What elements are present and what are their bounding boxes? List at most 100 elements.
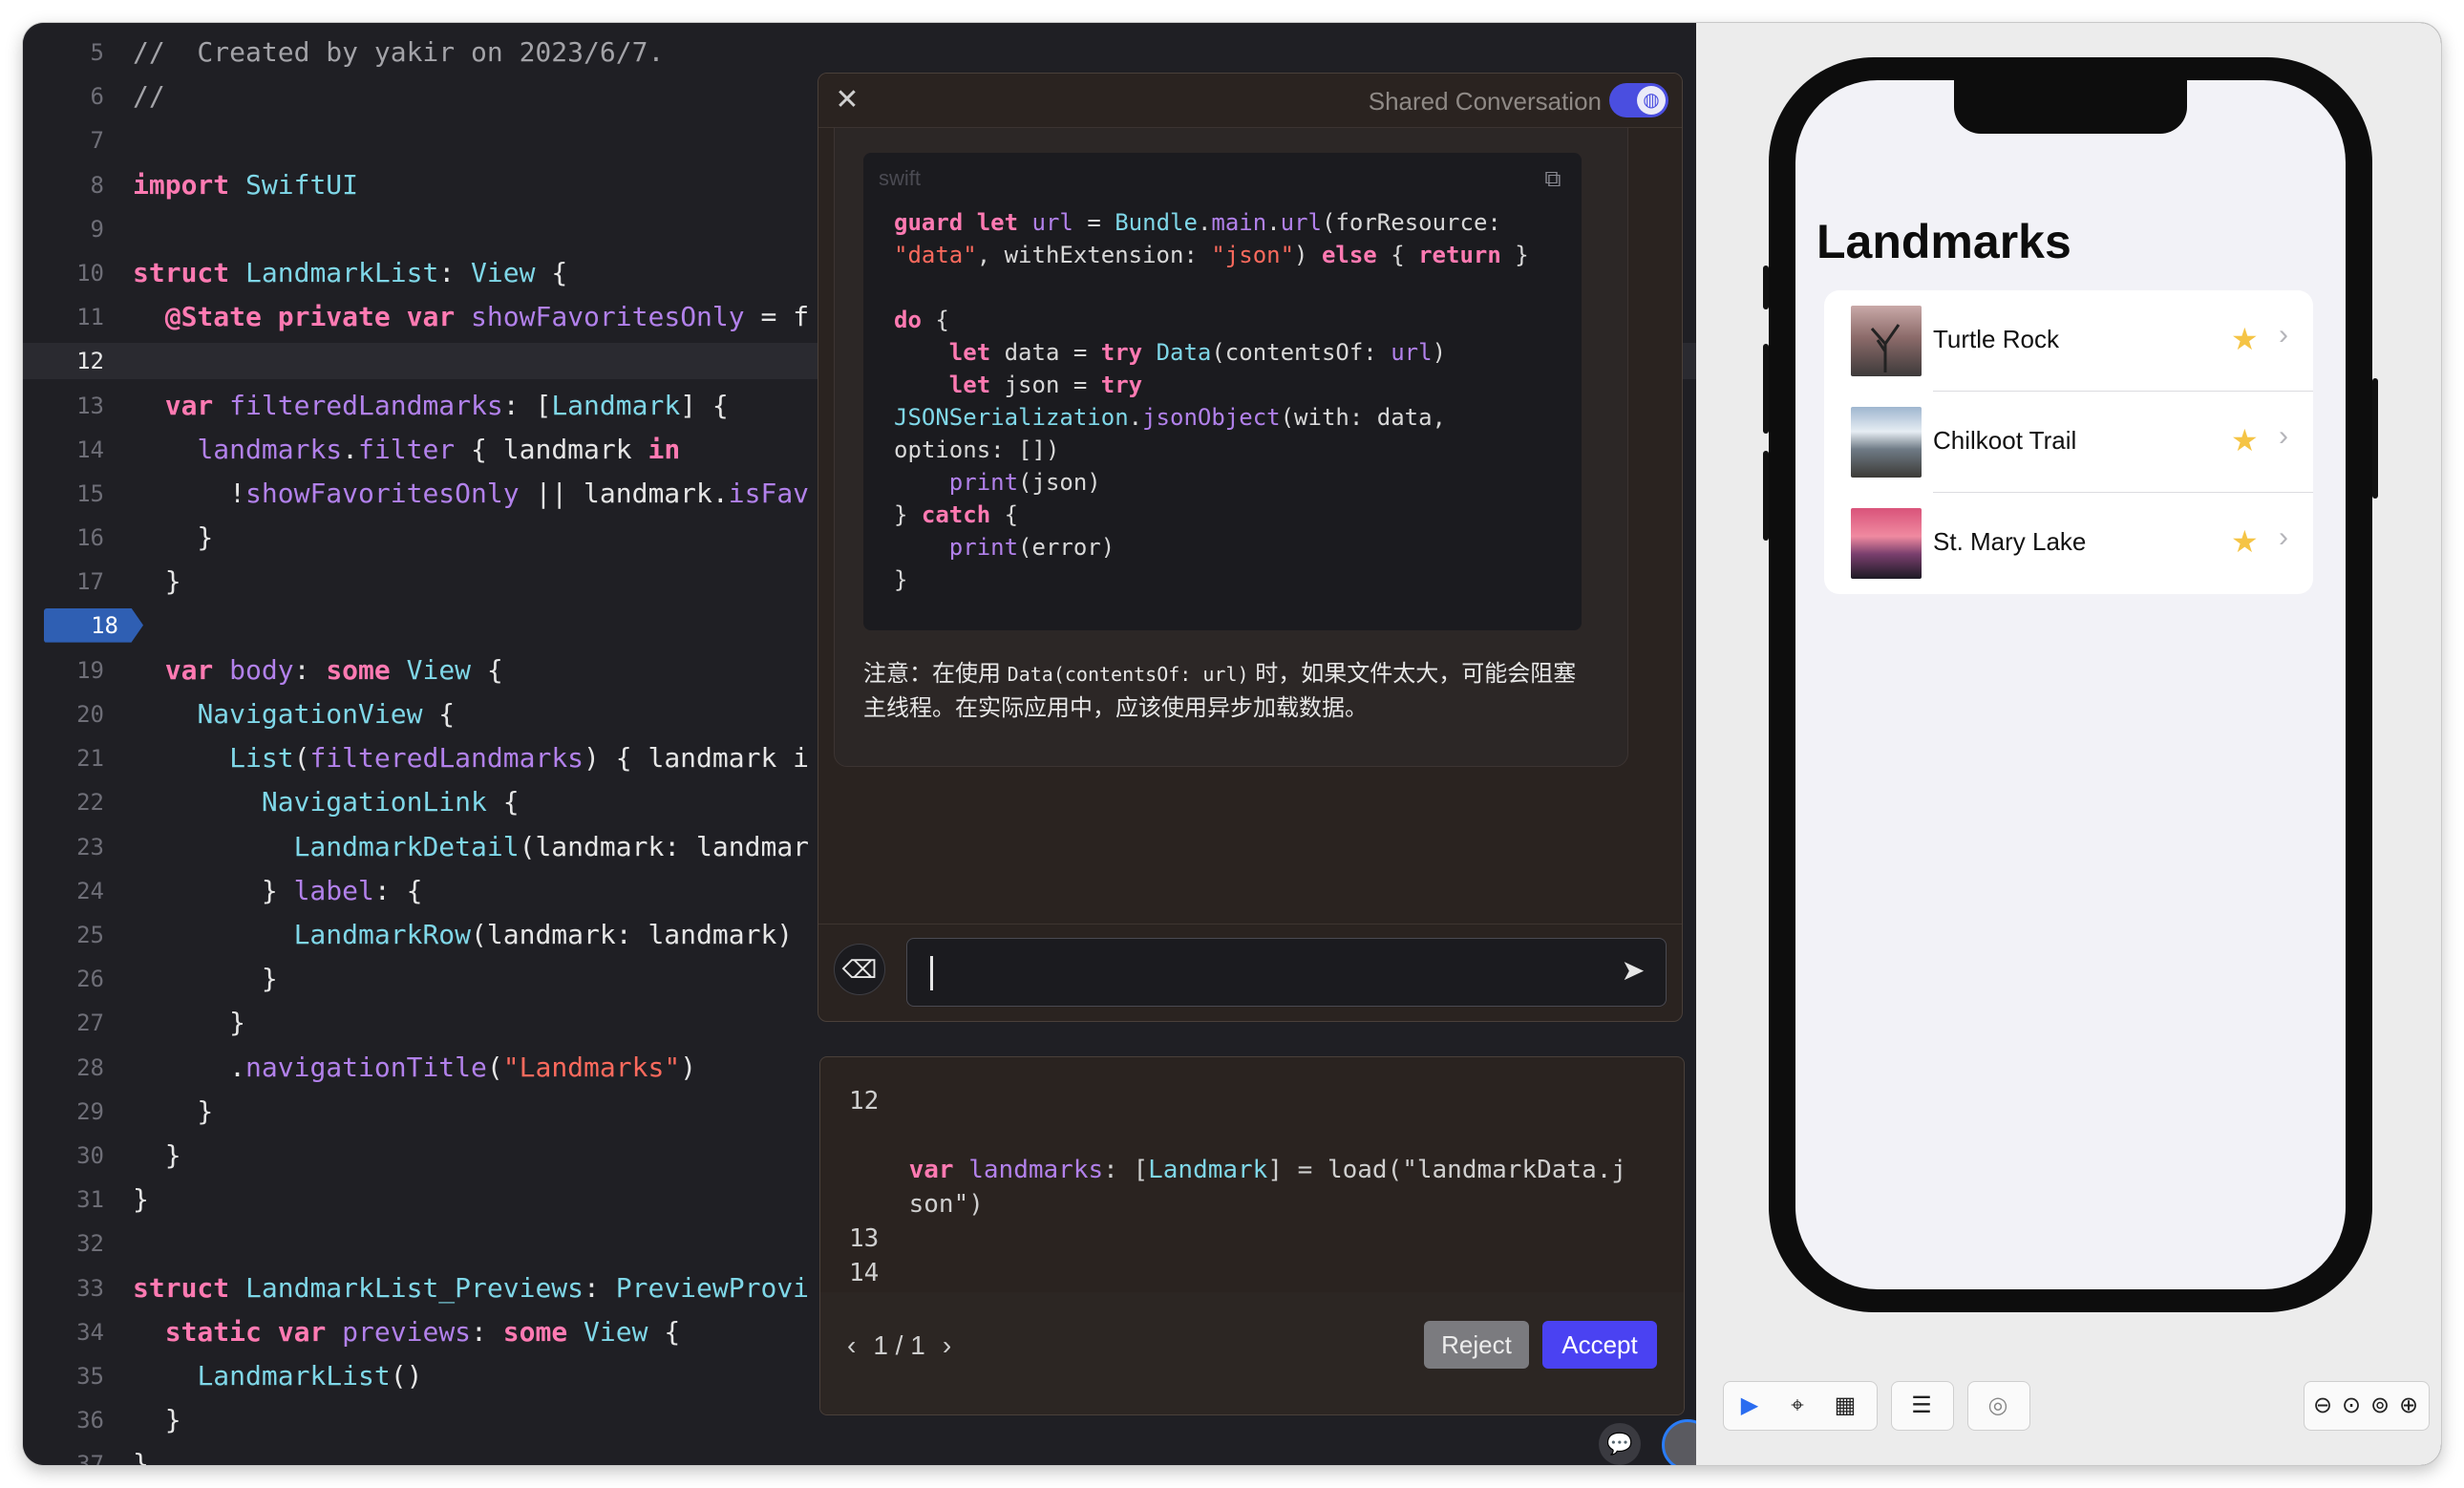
line-number[interactable]: 11 [23, 299, 104, 335]
grid-icon[interactable]: ▦ [1829, 1390, 1861, 1422]
zoom-actual-icon[interactable]: ⊙ [2335, 1390, 2368, 1422]
line-number[interactable]: 14 [23, 432, 104, 468]
landmark-name: Turtle Rock [1933, 325, 2059, 353]
chevron-right-icon: › [2279, 319, 2288, 351]
line-number[interactable]: 30 [23, 1137, 104, 1174]
code-text: struct LandmarkList_Previews: PreviewPro… [133, 1271, 810, 1304]
code-block: swift ⧉ guard let url = Bundle.main.url(… [863, 153, 1582, 630]
line-number[interactable]: 8 [23, 167, 104, 203]
phone-button [2372, 378, 2378, 499]
code-text: static var previews: some View { [164, 1315, 681, 1348]
line-number[interactable]: 20 [23, 696, 104, 733]
phone-notch [1954, 80, 2187, 134]
code-text: struct LandmarkList: View { [133, 257, 568, 288]
breakpoint-marker[interactable]: 18 [44, 607, 143, 643]
line-number[interactable]: 26 [23, 961, 104, 997]
zoom-fit-icon[interactable]: ⊚ [2364, 1390, 2396, 1422]
accept-button[interactable]: Accept [1542, 1321, 1657, 1369]
preview-mode-toolbar: ▶ ⌖ ▦ [1723, 1381, 1878, 1431]
list-item[interactable]: Turtle Rock ★ › [1824, 290, 2313, 392]
line-number[interactable]: 9 [23, 211, 104, 247]
copy-icon[interactable]: ⧉ [1538, 164, 1568, 195]
zoom-toolbar: ⊖ ⊙ ⊚ ⊕ [2304, 1381, 2430, 1431]
line-number[interactable]: 5 [23, 34, 104, 71]
line-number[interactable]: 25 [23, 917, 104, 953]
code-text: LandmarkRow(landmark: landmark) [293, 919, 794, 950]
code-line[interactable]: 5 // Created by yakir on 2023/6/7. [23, 34, 1696, 71]
line-number[interactable]: 35 [23, 1358, 104, 1394]
line-number[interactable]: 28 [23, 1050, 104, 1086]
reject-button[interactable]: Reject [1424, 1321, 1529, 1369]
landmark-thumbnail [1851, 306, 1922, 376]
code-text: var body: some View { [164, 653, 503, 686]
app-window: 5 // Created by yakir on 2023/6/7. 6 // 7 8 im… [23, 23, 2441, 1465]
line-number[interactable]: 36 [23, 1402, 104, 1438]
code-text: .navigationTitle("Landmarks") [133, 1051, 697, 1083]
line-number[interactable]: 15 [23, 476, 104, 512]
phone-button [1763, 451, 1769, 541]
suggestion-pager: ‹ 1 / 1 › [847, 1330, 968, 1361]
code-text: LandmarkDetail(landmark: landmar [293, 830, 810, 862]
close-icon[interactable]: ✕ [832, 85, 862, 116]
line-number[interactable]: 33 [23, 1270, 104, 1307]
code-text: // Created by yakir on 2023/6/7. [133, 36, 665, 68]
select-icon[interactable]: ⌖ [1781, 1390, 1814, 1422]
chat-input[interactable]: ➤ [906, 938, 1667, 1007]
clear-conversation-button[interactable]: ⌫ [834, 944, 885, 995]
code-text: !showFavoritesOnly || landmark.isFav [133, 478, 810, 509]
list-item[interactable]: Chilkoot Trail ★ › [1824, 392, 2313, 493]
line-number[interactable]: 19 [23, 652, 104, 689]
code-suggestion-panel: 12 var landmarks: [Landmark] = load("lan… [819, 1056, 1685, 1415]
code-text: } [133, 1095, 214, 1127]
line-number[interactable]: 12 [23, 343, 104, 379]
phone-button [1763, 344, 1769, 434]
note-code: Data(contentsOf: url) [1007, 663, 1249, 686]
code-text: } [133, 521, 214, 554]
chevron-right-icon: › [2279, 420, 2288, 452]
chevron-left-icon[interactable]: ‹ [847, 1330, 856, 1360]
line-number[interactable]: 16 [23, 520, 104, 556]
code-text: // [133, 80, 165, 113]
code-text: import SwiftUI [133, 168, 359, 201]
landmark-thumbnail [1851, 508, 1922, 579]
shared-conversation-toggle[interactable]: ◍ [1609, 83, 1668, 117]
list-item[interactable]: St. Mary Lake ★ › [1824, 493, 2313, 594]
line-number[interactable]: 34 [23, 1314, 104, 1350]
line-number[interactable]: 21 [23, 740, 104, 776]
zoom-in-icon[interactable]: ⊕ [2392, 1390, 2425, 1422]
line-number[interactable]: 23 [23, 829, 104, 865]
device-icon[interactable]: ◎ [1982, 1390, 2014, 1422]
line-number[interactable]: 27 [23, 1005, 104, 1041]
code-text: } [133, 1139, 181, 1171]
toggles-icon[interactable]: ☰ [1905, 1390, 1938, 1422]
device-settings-toolbar: ◎ [1967, 1381, 2030, 1431]
code-line[interactable]: 37} [23, 1446, 1696, 1465]
line-number[interactable]: 32 [23, 1225, 104, 1262]
chevron-right-icon: › [2279, 521, 2288, 553]
line-number[interactable]: 10 [23, 255, 104, 291]
note-prefix: 注意：在使用 [863, 661, 1008, 687]
chevron-right-icon[interactable]: › [943, 1330, 951, 1360]
code-text: } [133, 1448, 149, 1465]
line-number[interactable]: 24 [23, 873, 104, 909]
code-text: List(filteredLandmarks) { landmark i [229, 742, 810, 775]
line-number[interactable]: 17 [23, 563, 104, 600]
line-number[interactable]: 29 [23, 1094, 104, 1130]
line-number[interactable]: 37 [23, 1446, 104, 1465]
code-text: NavigationLink { [261, 786, 520, 818]
code-text: @State private var showFavoritesOnly = f [164, 301, 810, 333]
line-number[interactable]: 6 [23, 78, 104, 115]
chat-panel: ✕ Shared Conversation ◍ swift ⧉ guard le… [818, 73, 1683, 1022]
line-number[interactable]: 31 [23, 1181, 104, 1218]
line-number[interactable]: 13 [23, 388, 104, 424]
send-icon[interactable]: ➤ [1618, 956, 1648, 987]
code-block-content: guard let url = Bundle.main.url(forResou… [894, 209, 1529, 593]
chat-bubble-icon[interactable]: 💬 [1599, 1423, 1641, 1465]
line-number[interactable]: 7 [23, 122, 104, 159]
zoom-out-icon[interactable]: ⊖ [2306, 1390, 2339, 1422]
line-number[interactable]: 22 [23, 784, 104, 820]
assistant-message: swift ⧉ guard let url = Bundle.main.url(… [834, 127, 1628, 767]
code-text: } [133, 1007, 246, 1039]
play-icon[interactable]: ▶ [1733, 1390, 1766, 1422]
preview-canvas: Landmarks Turtle Rock ★ › Chilkoot Trail [1696, 23, 2441, 1465]
